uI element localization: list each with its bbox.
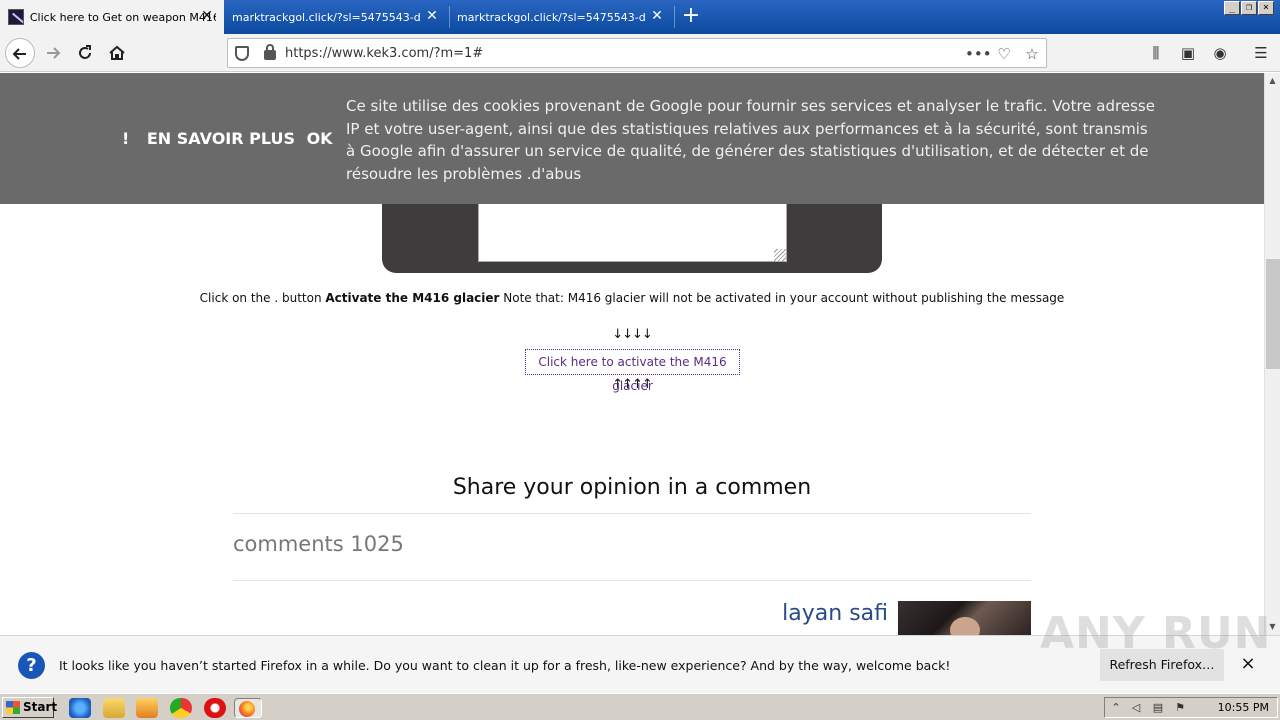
tray-expand-icon[interactable]: ⌃ bbox=[1109, 701, 1123, 715]
activate-link[interactable]: Click here to activate the M416 glacier bbox=[525, 349, 740, 393]
notification-text: It looks like you haven’t started Firefo… bbox=[59, 658, 951, 673]
learn-more-button[interactable]: EN SAVOIR PLUS bbox=[147, 129, 295, 148]
sidebar-icon[interactable]: ▣ bbox=[1177, 42, 1199, 64]
instruction-suffix: Note that: M416 glacier will not be acti… bbox=[499, 291, 1065, 305]
pocket-icon[interactable]: ♡ bbox=[994, 44, 1014, 64]
tab-2[interactable]: marktrackgol.click/?sl=5475543-d3b51 ✕ bbox=[224, 0, 449, 34]
resize-grip-icon[interactable] bbox=[774, 249, 786, 261]
forward-button[interactable] bbox=[38, 38, 68, 68]
scroll-up-icon[interactable]: ▲ bbox=[1265, 73, 1280, 89]
opera-icon[interactable] bbox=[204, 698, 226, 718]
new-tab-icon[interactable]: + bbox=[678, 4, 704, 30]
tab-separator bbox=[674, 6, 675, 28]
taskbar: Start ⌃ ◁ ▤ ⚑ 10:55 PM bbox=[0, 693, 1280, 720]
nav-bar: https://www.kek3.com/?m=1# ••• ♡ ☆ ⫼ ▣ ◉… bbox=[0, 34, 1280, 72]
firefox-icon bbox=[239, 701, 255, 717]
firefox-taskbar-button[interactable] bbox=[234, 698, 262, 718]
avatar bbox=[898, 601, 1031, 635]
account-icon[interactable]: ◉ bbox=[1209, 42, 1231, 64]
start-label: Start bbox=[23, 700, 58, 714]
minimize-button[interactable]: _ bbox=[1224, 1, 1240, 15]
cookie-ok-button[interactable]: OK bbox=[307, 129, 333, 148]
lock-icon[interactable] bbox=[264, 44, 276, 60]
window-controls: _ ❐ × bbox=[1224, 1, 1274, 15]
tab-title: marktrackgol.click/?sl=5475543-d3b51 bbox=[232, 10, 420, 24]
cookie-actions: ! EN SAVOIR PLUS OK bbox=[122, 129, 347, 148]
close-window-button[interactable]: × bbox=[1258, 1, 1274, 15]
tab-title: marktrackgol.click/?sl=5475543-d3b51 bbox=[457, 10, 645, 24]
activation-instruction: Click on the . button Activate the M416 … bbox=[0, 291, 1264, 305]
close-tab-icon[interactable]: ✕ bbox=[200, 9, 214, 23]
network-icon[interactable]: ▤ bbox=[1151, 701, 1165, 715]
ie-icon[interactable] bbox=[69, 698, 91, 718]
cookie-exclaim: ! bbox=[122, 129, 130, 148]
url-bar[interactable]: https://www.kek3.com/?m=1# ••• ♡ ☆ bbox=[227, 38, 1047, 68]
windows-flag-icon bbox=[6, 701, 20, 714]
restore-button[interactable]: ❐ bbox=[1241, 1, 1257, 15]
cookie-message: Ce site utilise des cookies provenant de… bbox=[346, 97, 1155, 183]
chrome-icon[interactable] bbox=[170, 698, 192, 718]
tab-title: Click here to Get on weapon M416 bbox=[29, 10, 216, 24]
tab-strip: Click here to Get on weapon M416 ✕ markt… bbox=[0, 0, 1280, 34]
scroll-thumb[interactable] bbox=[1266, 259, 1280, 369]
tab-3[interactable]: marktrackgol.click/?sl=5475543-d3b51 ✕ bbox=[449, 0, 674, 34]
home-icon bbox=[109, 45, 125, 60]
explorer-icon[interactable] bbox=[103, 698, 125, 718]
close-tab-icon[interactable]: ✕ bbox=[425, 9, 439, 23]
page-actions-icon[interactable]: ••• bbox=[965, 44, 992, 64]
site-favicon-icon bbox=[8, 9, 24, 25]
media-player-icon[interactable] bbox=[136, 698, 158, 718]
tab-active[interactable]: Click here to Get on weapon M416 ✕ bbox=[0, 0, 224, 34]
divider bbox=[233, 513, 1031, 514]
anyrun-watermark: ANY RUN bbox=[1040, 608, 1272, 659]
home-button[interactable] bbox=[102, 38, 132, 68]
commenter-name[interactable]: layan safi bbox=[720, 601, 888, 626]
cookie-banner: ! EN SAVOIR PLUS OK Ce site utilise des … bbox=[0, 73, 1264, 204]
url-text[interactable]: https://www.kek3.com/?m=1# bbox=[285, 46, 483, 61]
question-icon: ? bbox=[18, 652, 45, 679]
bookmark-star-icon[interactable]: ☆ bbox=[1022, 44, 1042, 64]
arrow-left-icon bbox=[12, 48, 26, 60]
comments-count: comments 1025 bbox=[233, 532, 404, 556]
system-tray: ⌃ ◁ ▤ ⚑ 10:55 PM bbox=[1104, 697, 1278, 718]
instruction-prefix: Click on the . button bbox=[199, 291, 326, 305]
avatar-face bbox=[950, 617, 980, 635]
volume-icon[interactable]: ◁ bbox=[1129, 701, 1143, 715]
reload-icon bbox=[79, 45, 91, 59]
clock[interactable]: 10:55 PM bbox=[1218, 701, 1269, 714]
divider bbox=[233, 580, 1031, 581]
arrows-down: ↓↓↓↓ bbox=[612, 327, 653, 342]
message-textarea[interactable] bbox=[478, 204, 787, 262]
arrow-right-icon bbox=[47, 47, 61, 59]
page-content: ! EN SAVOIR PLUS OK Ce site utilise des … bbox=[0, 73, 1264, 635]
arrows-up: ↑↑↑↑ bbox=[612, 377, 653, 392]
instruction-bold: Activate the M416 glacier bbox=[325, 291, 500, 305]
scrollbar[interactable]: ▲ ▼ bbox=[1264, 73, 1280, 635]
close-tab-icon[interactable]: ✕ bbox=[650, 9, 664, 23]
reload-button[interactable] bbox=[70, 38, 100, 68]
tracking-protection-icon[interactable] bbox=[235, 46, 249, 61]
back-button[interactable] bbox=[5, 38, 35, 68]
menu-icon[interactable]: ☰ bbox=[1250, 42, 1272, 64]
start-button[interactable]: Start bbox=[2, 697, 58, 718]
library-icon[interactable]: ⫼ bbox=[1145, 42, 1167, 64]
share-heading: Share your opinion in a commen bbox=[452, 475, 812, 500]
action-center-flag-icon[interactable]: ⚑ bbox=[1173, 701, 1187, 715]
